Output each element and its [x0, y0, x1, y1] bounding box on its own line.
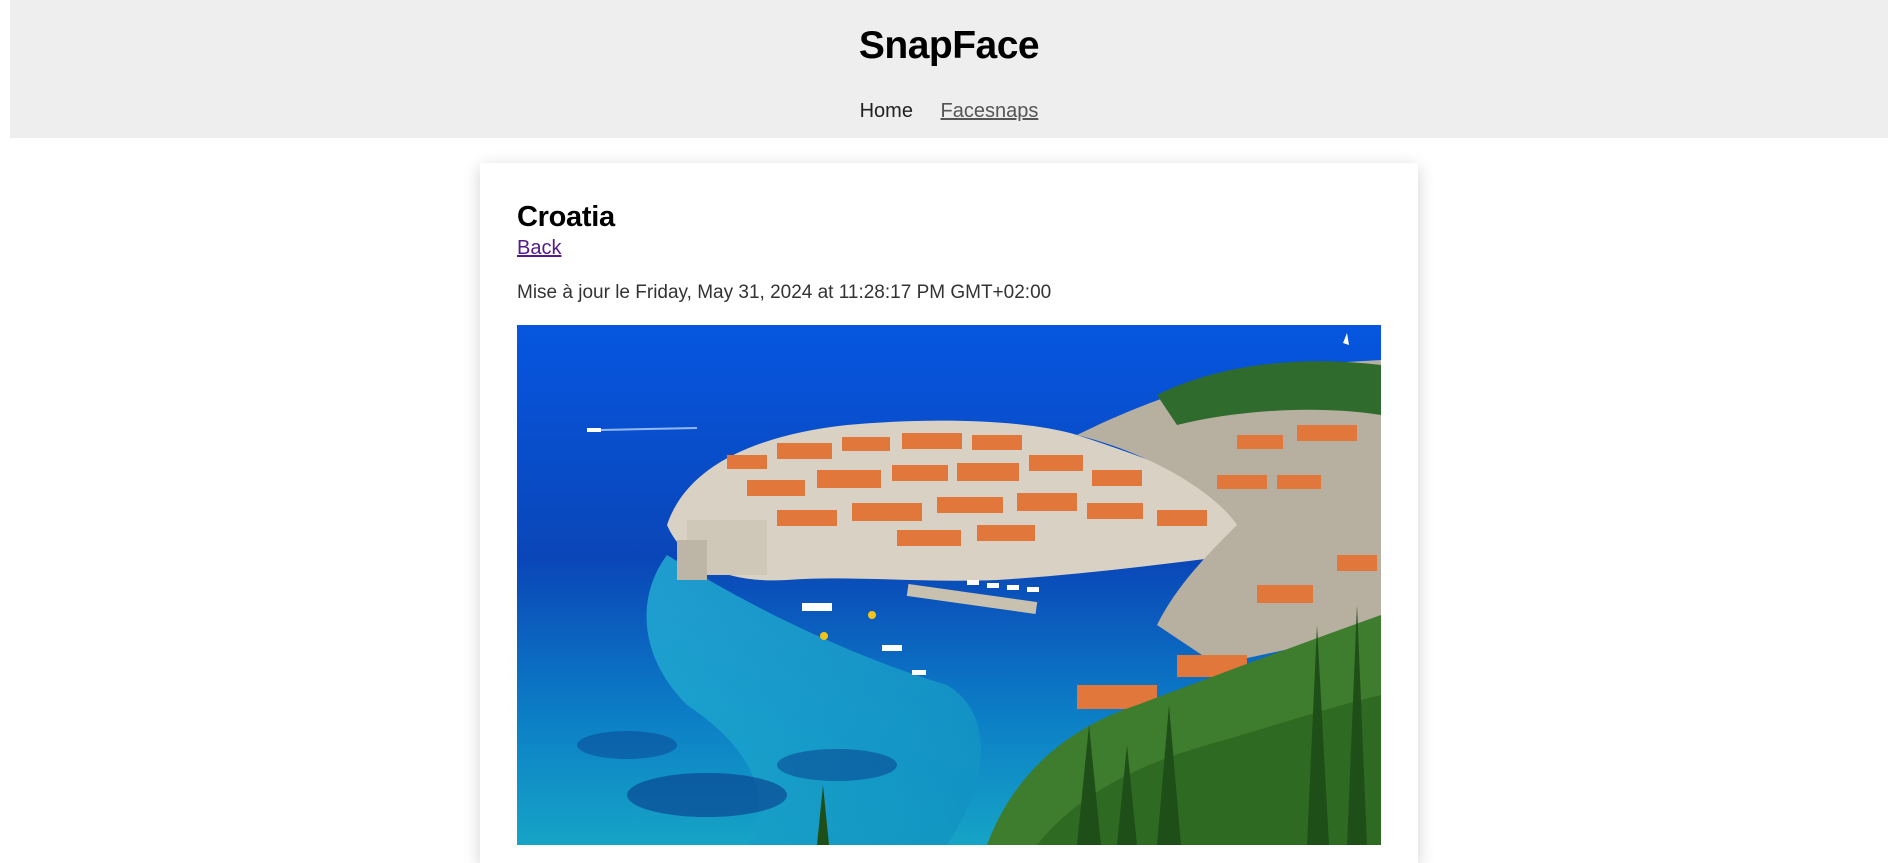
- updated-date: Mise à jour le Friday, May 31, 2024 at 1…: [517, 282, 1052, 303]
- snap-image: [517, 325, 1381, 845]
- site-title: SnapFace: [858, 24, 1040, 67]
- nav-facesnaps-link[interactable]: Facesnaps: [941, 100, 1039, 123]
- facesnap-card: Croatia Back Mise à jour le Friday, May …: [480, 163, 1418, 863]
- back-link[interactable]: Back: [517, 237, 561, 260]
- main-nav: Home Facesnaps: [10, 100, 1888, 123]
- nav-home-link[interactable]: Home: [860, 100, 913, 123]
- snap-title: Croatia: [517, 201, 615, 233]
- dubrovnik-photo-illustration: [517, 325, 1381, 845]
- site-header: SnapFace Home Facesnaps: [10, 0, 1888, 138]
